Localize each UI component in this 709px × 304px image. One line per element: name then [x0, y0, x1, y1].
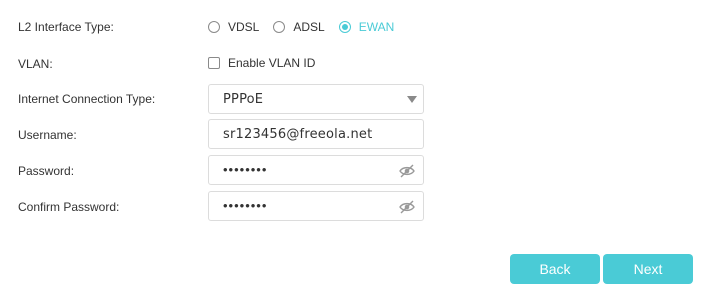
password-input[interactable]: ••••••••: [208, 155, 424, 185]
vlan-checkbox-label[interactable]: Enable VLAN ID: [228, 56, 315, 70]
radio-adsl-circle[interactable]: [273, 21, 286, 33]
back-button[interactable]: Back: [510, 254, 600, 284]
confirm-password-input[interactable]: ••••••••: [208, 191, 424, 221]
vlan-checkbox-box[interactable]: [208, 57, 220, 69]
username-value: sr123456@freeola.net: [223, 127, 373, 142]
radio-ewan-label[interactable]: EWAN: [359, 20, 395, 34]
radio-adsl-label[interactable]: ADSL: [293, 20, 324, 34]
vlan-row: VLAN: Enable VLAN ID: [0, 55, 709, 87]
l2-interface-radio-group: VDSL ADSL EWAN: [208, 19, 408, 35]
connection-type-value: PPPoE: [223, 92, 264, 107]
radio-vdsl-label[interactable]: VDSL: [228, 20, 259, 34]
triangle-down-icon[interactable]: [407, 96, 417, 103]
l2-interface-label: L2 Interface Type:: [18, 20, 114, 34]
vlan-label: VLAN:: [18, 57, 53, 71]
eye-slash-icon[interactable]: [399, 200, 415, 214]
username-input[interactable]: sr123456@freeola.net: [208, 119, 424, 149]
confirm-password-label: Confirm Password:: [18, 200, 120, 214]
confirm-password-value: ••••••••: [223, 198, 268, 213]
password-label: Password:: [18, 164, 75, 178]
connection-type-select[interactable]: PPPoE: [208, 84, 424, 114]
eye-slash-icon[interactable]: [399, 164, 415, 178]
enable-vlan-checkbox[interactable]: Enable VLAN ID: [208, 56, 315, 70]
l2-interface-row: L2 Interface Type: VDSL ADSL EWAN: [0, 18, 709, 50]
radio-ewan-circle[interactable]: [338, 21, 351, 33]
radio-vdsl-circle[interactable]: [208, 21, 220, 33]
username-label: Username:: [18, 128, 77, 142]
password-value: ••••••••: [223, 162, 268, 177]
radio-vdsl[interactable]: VDSL: [208, 20, 259, 34]
connection-type-label: Internet Connection Type:: [18, 92, 156, 106]
radio-ewan[interactable]: EWAN: [338, 20, 395, 34]
radio-adsl[interactable]: ADSL: [273, 20, 325, 34]
next-button[interactable]: Next: [603, 254, 693, 284]
